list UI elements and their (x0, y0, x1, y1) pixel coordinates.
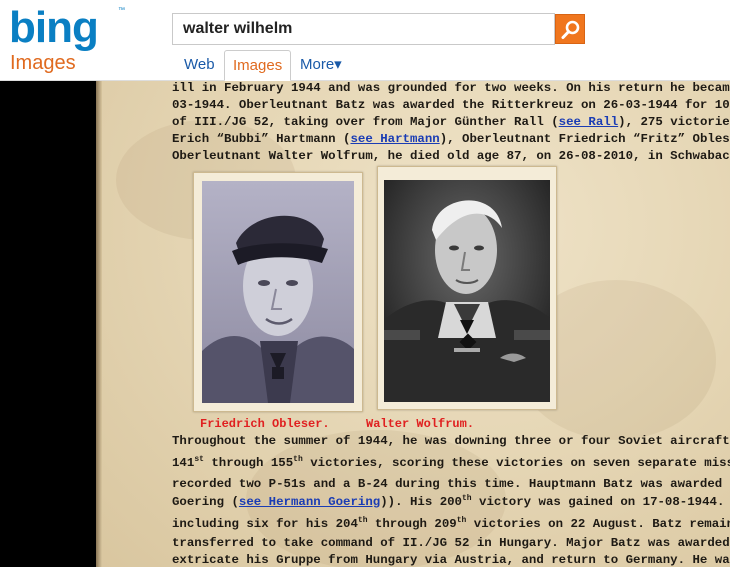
article-line: extricate his Gruppe from Hungary via Au… (172, 553, 730, 567)
vertical-title: Images (10, 52, 76, 74)
tab-web[interactable]: Web (184, 50, 215, 80)
caption-wolfrum: Walter Wolfrum. (366, 417, 475, 431)
article-line: Oberleutnant Walter Wolfrum, he died old… (172, 149, 730, 163)
article-line: Goering (see Hermann Goering)). His 200t… (172, 494, 725, 510)
bing-header: bing ™ Images Web Images More▾ (0, 0, 730, 81)
tab-more[interactable]: More▾ (300, 50, 342, 80)
article-line: 141st through 155th victories, scoring t… (172, 455, 730, 471)
search-input[interactable] (172, 13, 555, 45)
article-page: ill in February 1944 and was grounded fo… (96, 80, 730, 567)
caption-obleser: Friedrich Obleser. (200, 417, 330, 431)
bing-logo[interactable]: bing (9, 5, 99, 51)
photo-frame-obleser (193, 172, 363, 412)
article-line: of III./JG 52, taking over from Major Gü… (172, 115, 730, 129)
obleser-photo[interactable] (202, 181, 354, 403)
left-black-margin (0, 80, 96, 567)
wolfrum-photo[interactable] (384, 180, 550, 402)
see-hartmann-link[interactable]: see Hartmann (350, 132, 439, 146)
tab-images[interactable]: Images (224, 50, 292, 81)
search-icon (561, 20, 580, 39)
search-button[interactable] (555, 14, 585, 44)
article-line: including six for his 204th through 209t… (172, 516, 730, 532)
article-line: Erich “Bubbi” Hartmann (see Hartmann), O… (172, 132, 730, 146)
article-line: ill in February 1944 and was grounded fo… (172, 81, 730, 95)
trademark-mark: ™ (118, 7, 125, 14)
article-line: recorded two P-51s and a B-24 during thi… (172, 477, 730, 491)
article-line: Throughout the summer of 1944, he was do… (172, 434, 730, 448)
article-line: transferred to take command of II./JG 52… (172, 536, 730, 550)
article-line: 03-1944. Oberleutnant Batz was awarded t… (172, 98, 730, 112)
photo-frame-wolfrum (377, 166, 557, 410)
see-rall-link[interactable]: see Rall (559, 115, 619, 129)
see-hermann-goering-link[interactable]: see Hermann Goering (239, 495, 380, 509)
